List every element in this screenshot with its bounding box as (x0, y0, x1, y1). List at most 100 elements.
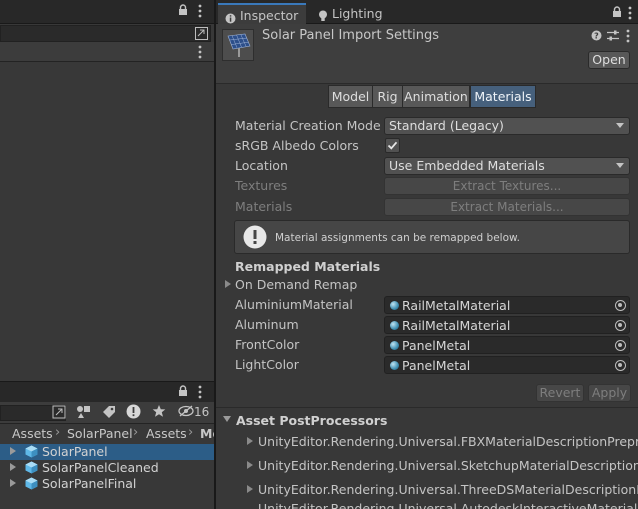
chevron-down-icon (616, 163, 624, 168)
lock-icon[interactable] (612, 6, 622, 21)
inspector-tabbar: Inspector Lighting (216, 0, 638, 24)
prefab-cube-icon (25, 445, 38, 458)
tab-model[interactable]: Model (328, 85, 373, 108)
filter-by-label-icon[interactable] (102, 405, 116, 422)
prefab-cube-icon (25, 461, 38, 474)
object-picker-icon[interactable] (615, 320, 626, 331)
collapse-arrow-icon[interactable] (223, 416, 231, 422)
remap-object-field[interactable]: RailMetalMaterial (384, 296, 630, 314)
lock-icon[interactable] (178, 385, 188, 400)
revert-button[interactable]: Revert (536, 384, 584, 402)
chevron-right-icon: › (133, 425, 139, 440)
object-picker-icon[interactable] (615, 360, 626, 371)
expand-arrow-icon[interactable] (10, 479, 16, 487)
file-row-solarpanelfinal[interactable]: SolarPanelFinal (0, 476, 214, 492)
expand-arrow-icon[interactable] (247, 485, 253, 493)
warning-filter-icon[interactable] (126, 404, 141, 422)
file-label: SolarPanel (42, 444, 108, 459)
expand-arrow-icon[interactable] (247, 437, 253, 445)
checkmark-icon (387, 141, 398, 150)
divider (216, 407, 638, 408)
project-toolbar: 16 (0, 402, 214, 424)
remap-value: RailMetalMaterial (402, 298, 511, 313)
file-label: SolarPanelCleaned (42, 460, 159, 475)
object-picker-icon[interactable] (615, 300, 626, 311)
breadcrumb-item[interactable]: Assets (146, 426, 187, 441)
search-options-icon[interactable] (195, 27, 208, 43)
extract-materials-button[interactable]: Extract Materials... (384, 198, 630, 216)
remapped-materials-heading: Remapped Materials (235, 259, 381, 274)
lock-icon[interactable] (178, 4, 188, 19)
material-sphere-icon (390, 341, 399, 350)
expand-arrow-icon[interactable] (10, 447, 16, 455)
page-title: Solar Panel Import Settings (262, 28, 440, 43)
tab-label: Lighting (332, 6, 383, 21)
expand-arrow-icon[interactable] (225, 280, 231, 288)
remap-object-field[interactable]: PanelMetal (384, 356, 630, 374)
info-exclamation-icon (243, 225, 267, 252)
remap-object-field[interactable]: PanelMetal (384, 336, 630, 354)
chevron-down-icon (616, 123, 624, 128)
postprocessor-item[interactable]: UnityEditor.Rendering.Universal.FBXMater… (258, 434, 638, 449)
kebab-menu-icon[interactable] (628, 6, 632, 23)
filter-by-type-icon[interactable] (76, 405, 92, 422)
breadcrumb-item-current[interactable]: Mo (200, 426, 214, 441)
material-sphere-icon (390, 321, 399, 330)
inspector-panel: Inspector Lighting Solar Panel Import Se… (216, 0, 638, 509)
tab-materials[interactable]: Materials (470, 85, 536, 108)
file-row-solarpanel[interactable]: SolarPanel (0, 444, 214, 460)
location-dropdown[interactable]: Use Embedded Materials (384, 157, 630, 175)
postprocessor-item[interactable]: UnityEditor.Rendering.Universal.Sketchup… (258, 458, 638, 473)
dropdown-value: Use Embedded Materials (389, 158, 545, 173)
inspector-header: Solar Panel Import Settings ? Open (216, 24, 638, 84)
hidden-packages-icon[interactable] (178, 405, 194, 420)
kebab-menu-icon[interactable] (626, 29, 630, 46)
location-label: Location (235, 158, 288, 173)
chevron-right-icon: › (55, 425, 61, 440)
remap-label: Aluminum (235, 317, 299, 332)
tab-lighting[interactable]: Lighting (310, 3, 391, 24)
remap-value: PanelMetal (402, 338, 471, 353)
left-top-toolbar (0, 42, 214, 62)
kebab-menu-icon[interactable] (198, 45, 202, 62)
textures-label: Textures (235, 178, 288, 193)
extract-textures-button[interactable]: Extract Textures... (384, 177, 630, 195)
srgb-albedo-checkbox[interactable] (385, 138, 400, 153)
expand-arrow-icon[interactable] (10, 463, 16, 471)
tab-label: Inspector (240, 8, 299, 23)
tab-animation[interactable]: Animation (402, 85, 470, 108)
on-demand-remap-foldout[interactable]: On Demand Remap (235, 277, 357, 292)
remap-value: RailMetalMaterial (402, 318, 511, 333)
hidden-count: 16 (194, 405, 210, 419)
material-creation-mode-dropdown[interactable]: Standard (Legacy) (384, 117, 630, 135)
file-row-solarpanelcleaned[interactable]: SolarPanelCleaned (0, 460, 214, 476)
breadcrumb-item[interactable]: SolarPanel (67, 426, 133, 441)
materials-label: Materials (235, 199, 293, 214)
material-sphere-icon (390, 301, 399, 310)
material-creation-mode-label: Material Creation Mode (235, 118, 381, 133)
kebab-menu-icon[interactable] (198, 4, 202, 21)
material-sphere-icon (390, 361, 399, 370)
hierarchy-search-input[interactable] (0, 25, 211, 42)
breadcrumb-item[interactable]: Assets (12, 426, 53, 441)
postprocessor-item[interactable]: UnityEditor.Rendering.Universal.ThreeDSM… (258, 482, 638, 497)
help-message: Material assignments can be remapped bel… (275, 232, 520, 244)
breadcrumb: Assets › SolarPanel › Assets › Mo (0, 424, 214, 444)
apply-button[interactable]: Apply (588, 384, 631, 402)
asset-postprocessors-foldout[interactable]: Asset PostProcessors (236, 413, 387, 428)
remap-object-field[interactable]: RailMetalMaterial (384, 316, 630, 334)
chevron-right-icon: › (188, 425, 194, 440)
search-by-type-icon[interactable] (52, 405, 66, 422)
open-button[interactable]: Open (588, 51, 630, 69)
tab-rig[interactable]: Rig (372, 85, 403, 108)
expand-arrow-icon[interactable] (247, 461, 253, 469)
remap-label: FrontColor (235, 337, 300, 352)
help-icon[interactable]: ? (591, 30, 602, 44)
tab-inspector[interactable]: Inspector (218, 3, 307, 24)
star-favorite-icon[interactable] (152, 404, 166, 421)
remap-value: PanelMetal (402, 358, 471, 373)
object-picker-icon[interactable] (615, 340, 626, 351)
preset-sliders-icon[interactable] (607, 30, 619, 44)
kebab-menu-icon[interactable] (198, 385, 202, 402)
postprocessor-item[interactable]: UnityEditor.Rendering.Universal.Autodesk… (258, 502, 638, 509)
